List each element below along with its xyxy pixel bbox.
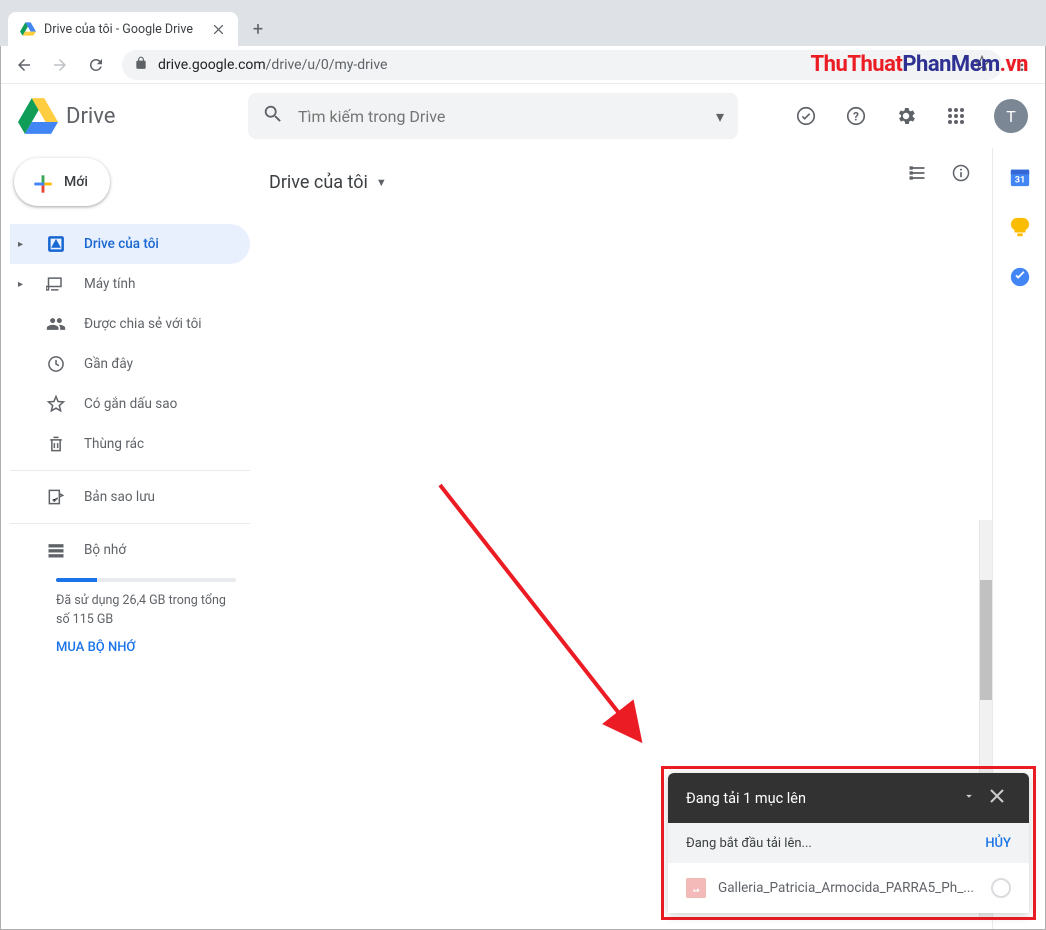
sidebar-item-label: Được chia sẻ với tôi <box>84 316 202 332</box>
sidebar-item-trash[interactable]: Thùng rác <box>10 424 250 464</box>
sidebar-item-label: Thùng rác <box>84 436 144 452</box>
buy-storage-link[interactable]: MUA BỘ NHỚ <box>56 640 135 655</box>
recent-icon <box>46 354 66 374</box>
upload-file-name: Galleria_Patricia_Armocida_PARRA5_Ph_... <box>718 880 979 896</box>
upload-spinner-icon <box>991 878 1011 898</box>
computers-icon <box>46 274 66 294</box>
keep-addon-button[interactable] <box>1009 216 1031 238</box>
tab-close-button[interactable] <box>210 21 226 37</box>
sidebar-item-label: Có gắn dấu sao <box>84 396 177 412</box>
calendar-addon-button[interactable]: 31 <box>1009 166 1031 188</box>
drive-favicon-icon <box>20 21 36 37</box>
search-box[interactable]: ▾ <box>248 93 738 139</box>
backup-icon <box>46 487 66 507</box>
storage-icon <box>46 540 66 560</box>
sidebar-item-recent[interactable]: Gần đây <box>10 344 250 384</box>
sidebar-item-backups[interactable]: Bản sao lưu <box>10 477 250 517</box>
new-button-label: Mới <box>64 174 88 190</box>
sidebar-item-label: Gần đây <box>84 356 133 372</box>
watermark: ThuThuatPhanMem.vn <box>811 52 1028 77</box>
details-button[interactable] <box>948 160 974 186</box>
svg-text:31: 31 <box>1014 176 1025 186</box>
sidebar-item-label: Bộ nhớ <box>84 542 126 558</box>
url-text: drive.google.com/drive/u/0/my-drive <box>158 57 387 73</box>
sidebar-item-shared[interactable]: Được chia sẻ với tôi <box>10 304 250 344</box>
storage-usage-text: Đã sử dụng 26,4 GB trong tổng số 115 GB <box>56 592 236 630</box>
image-file-icon <box>686 878 706 898</box>
settings-button[interactable] <box>886 96 926 136</box>
sidebar-item-computers[interactable]: ▸ Máy tính <box>10 264 250 304</box>
toast-cancel-button[interactable]: HỦY <box>985 836 1011 851</box>
shared-icon <box>46 314 66 334</box>
upload-item[interactable]: Galleria_Patricia_Armocida_PARRA5_Ph_... <box>668 863 1029 913</box>
sidebar-item-storage[interactable]: Bộ nhớ <box>10 530 250 570</box>
plus-icon <box>30 171 52 193</box>
sidebar-item-my-drive[interactable]: ▸ Drive của tôi <box>10 224 250 264</box>
browser-tab-title: Drive của tôi - Google Drive <box>44 22 202 37</box>
list-view-button[interactable] <box>904 160 930 186</box>
toast-collapse-button[interactable] <box>955 789 983 807</box>
svg-text:?: ? <box>853 110 859 124</box>
new-tab-button[interactable]: + <box>244 15 272 43</box>
toast-title: Đang tải 1 mục lên <box>686 790 955 807</box>
drive-product-name: Drive <box>66 104 115 129</box>
breadcrumb-title: Drive của tôi <box>269 172 368 193</box>
ready-offline-button[interactable] <box>786 96 826 136</box>
breadcrumb[interactable]: Drive của tôi ▼ <box>269 160 992 204</box>
toast-close-button[interactable] <box>983 789 1011 807</box>
sidebar-item-label: Máy tính <box>84 276 135 292</box>
account-avatar[interactable]: T <box>994 99 1028 133</box>
drive-header: Drive ▾ ? T <box>0 84 1046 148</box>
star-icon <box>46 394 66 414</box>
lock-icon <box>134 55 148 74</box>
browser-reload-button[interactable] <box>80 49 112 81</box>
browser-tab[interactable]: Drive của tôi - Google Drive <box>8 12 238 46</box>
tasks-addon-button[interactable] <box>1009 266 1031 288</box>
sidebar-item-label: Bản sao lưu <box>84 489 155 505</box>
breadcrumb-dropdown-icon: ▼ <box>376 176 387 189</box>
toast-subtitle: Đang bắt đầu tải lên... <box>686 836 812 851</box>
new-button[interactable]: Mới <box>14 158 110 206</box>
sidebar-item-label: Drive của tôi <box>84 236 159 252</box>
expand-icon[interactable]: ▸ <box>18 239 28 250</box>
browser-back-button[interactable] <box>8 49 40 81</box>
browser-tabstrip: Drive của tôi - Google Drive + <box>0 0 1046 46</box>
support-button[interactable]: ? <box>836 96 876 136</box>
my-drive-icon <box>46 234 66 254</box>
apps-button[interactable] <box>936 96 976 136</box>
drive-logo[interactable]: Drive <box>18 96 238 136</box>
search-icon <box>262 103 284 129</box>
sidebar: Mới ▸ Drive của tôi ▸ Máy tính <box>0 148 250 930</box>
storage-meter: Đã sử dụng 26,4 GB trong tổng số 115 GB … <box>10 570 250 655</box>
expand-icon[interactable]: ▸ <box>18 279 28 290</box>
search-dropdown-button[interactable]: ▾ <box>716 107 724 126</box>
search-input[interactable] <box>298 107 702 126</box>
upload-toast: Đang tải 1 mục lên Đang bắt đầu tải lên.… <box>668 773 1029 913</box>
trash-icon <box>46 434 66 454</box>
sidebar-item-starred[interactable]: Có gắn dấu sao <box>10 384 250 424</box>
upload-toast-highlight: Đang tải 1 mục lên Đang bắt đầu tải lên.… <box>661 766 1036 920</box>
browser-forward-button[interactable] <box>44 49 76 81</box>
